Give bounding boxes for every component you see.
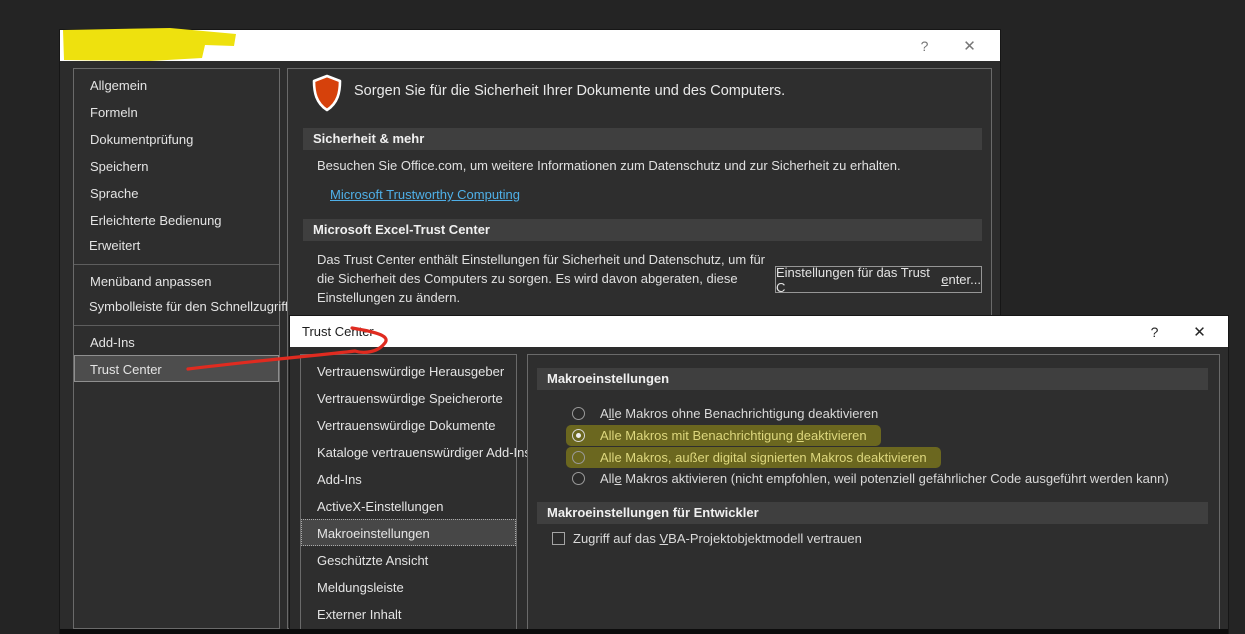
sidebar-item[interactable]: Add-Ins bbox=[74, 328, 279, 355]
section-header-developer-macro-settings: Makroeinstellungen für Entwickler bbox=[537, 502, 1208, 524]
sidebar-item[interactable]: Sprache bbox=[74, 179, 279, 206]
tc-nav-item[interactable]: Add-Ins bbox=[301, 465, 516, 492]
radio-button-icon[interactable] bbox=[572, 472, 585, 485]
macro-radio-option[interactable]: Alle Makros ohne Benachrichtigung deakti… bbox=[566, 403, 892, 424]
sidebar-item-label: Formeln bbox=[90, 105, 138, 120]
sidebar-item[interactable]: Allgemein bbox=[74, 71, 279, 98]
tc-nav-item-label: Kataloge vertrauenswürdiger Add-Ins bbox=[317, 445, 531, 460]
tc-nav-item-label: Meldungsleiste bbox=[317, 580, 404, 595]
sidebar-item-label: Erleichterte Bedienung bbox=[90, 213, 222, 228]
sidebar-item-label: Erweitert bbox=[89, 238, 140, 253]
excel-options-title: Excel-Optionen bbox=[60, 38, 161, 53]
trust-center-nav: Vertrauenswürdige Herausgeber Vertrauens… bbox=[300, 354, 517, 634]
macro-radio-label: Alle Makros aktivieren (nicht empfohlen,… bbox=[600, 471, 1169, 486]
tc-nav-item-label: Makroeinstellungen bbox=[317, 526, 430, 541]
trust-center-titlebar: Trust Center ? ✕ bbox=[290, 316, 1228, 347]
office-privacy-text: Besuchen Sie Office.com, um weitere Info… bbox=[317, 158, 977, 173]
sidebar-item[interactable]: Trust Center bbox=[74, 355, 279, 382]
help-button[interactable]: ? bbox=[902, 30, 947, 61]
sidebar-item-label: Sprache bbox=[90, 186, 138, 201]
tc-nav-item[interactable]: Vertrauenswürdige Herausgeber bbox=[301, 357, 516, 384]
screen: Excel-Optionen ? ✕ Allgemein Formeln Dok… bbox=[0, 0, 1245, 634]
tc-help-button[interactable]: ? bbox=[1132, 316, 1177, 347]
sidebar-item-label: Speichern bbox=[90, 159, 149, 174]
trust-center-title: Trust Center bbox=[290, 324, 374, 339]
section-header-macro-settings: Makroeinstellungen bbox=[537, 368, 1208, 390]
sidebar-item-label: Dokumentprüfung bbox=[90, 132, 193, 147]
tc-nav-item[interactable]: Makroeinstellungen bbox=[301, 519, 516, 546]
sidebar-item[interactable]: Menüband anpassen bbox=[74, 267, 279, 294]
tc-nav-item[interactable]: Vertrauenswürdige Dokumente bbox=[301, 411, 516, 438]
tc-nav-item-label: Geschützte Ansicht bbox=[317, 553, 428, 568]
trust-center-description: Das Trust Center enthält Einstellungen f… bbox=[317, 250, 779, 307]
tc-nav-item-label: ActiveX-Einstellungen bbox=[317, 499, 443, 514]
trust-center-dialog: Trust Center ? ✕ Vertrauenswürdige Herau… bbox=[290, 316, 1228, 634]
tc-nav-item[interactable]: Kataloge vertrauenswürdiger Add-Ins bbox=[301, 438, 516, 465]
excel-options-sidebar: Allgemein Formeln Dokumentprüfung Speich… bbox=[73, 68, 280, 629]
tc-nav-item[interactable]: Geschützte Ansicht bbox=[301, 546, 516, 573]
tc-nav-item-label: Add-Ins bbox=[317, 472, 362, 487]
tc-nav-item-label: Vertrauenswürdige Speicherorte bbox=[317, 391, 503, 406]
trust-center-settings-button[interactable]: Einstellungen für das Trust Center... bbox=[775, 266, 982, 293]
vba-access-checkbox-label: Zugriff auf das VBA-Projektobjektmodell … bbox=[573, 531, 862, 546]
sidebar-item[interactable]: Formeln bbox=[74, 98, 279, 125]
macro-radio-option[interactable]: Alle Makros aktivieren (nicht empfohlen,… bbox=[566, 468, 1183, 489]
sidebar-item-label: Trust Center bbox=[90, 362, 162, 377]
tc-nav-item-label: Vertrauenswürdige Herausgeber bbox=[317, 364, 504, 379]
vba-access-checkbox-row[interactable]: Zugriff auf das VBA-Projektobjektmodell … bbox=[552, 531, 862, 546]
checkbox-icon[interactable] bbox=[552, 532, 565, 545]
close-button[interactable]: ✕ bbox=[947, 30, 992, 61]
sidebar-item[interactable]: Speichern bbox=[74, 152, 279, 179]
sidebar-item[interactable]: Dokumentprüfung bbox=[74, 125, 279, 152]
macro-radio-option[interactable]: Alle Makros mit Benachrichtigung deaktiv… bbox=[566, 425, 881, 446]
excel-options-titlebar: Excel-Optionen ? ✕ bbox=[60, 30, 1000, 61]
radio-button-icon[interactable] bbox=[572, 407, 585, 420]
macro-radio-label: Alle Makros ohne Benachrichtigung deakti… bbox=[600, 406, 878, 421]
section-header-excel-trust-center: Microsoft Excel-Trust Center bbox=[303, 219, 982, 241]
tc-nav-item[interactable]: ActiveX-Einstellungen bbox=[301, 492, 516, 519]
sidebar-item-label: Menüband anpassen bbox=[90, 274, 211, 289]
tc-nav-item-label: Externer Inhalt bbox=[317, 607, 402, 622]
security-heading: Sorgen Sie für die Sicherheit Ihrer Doku… bbox=[354, 83, 785, 99]
macro-settings-panel: Makroeinstellungen Alle Makros ohne Bena… bbox=[527, 354, 1220, 634]
macro-radio-label: Alle Makros, außer digital signierten Ma… bbox=[600, 450, 927, 465]
radio-button-icon[interactable] bbox=[572, 451, 585, 464]
sidebar-item-label: Add-Ins bbox=[90, 335, 135, 350]
tc-close-button[interactable]: ✕ bbox=[1177, 316, 1222, 347]
tc-nav-item[interactable]: Externer Inhalt bbox=[301, 600, 516, 627]
tc-nav-item-label: Vertrauenswürdige Dokumente bbox=[317, 418, 496, 433]
sidebar-item-label: Symbolleiste für den Schnellzugriff bbox=[89, 299, 288, 314]
sidebar-item[interactable]: Symbolleiste für den Schnellzugriff bbox=[74, 294, 279, 326]
macro-radio-option[interactable]: Alle Makros, außer digital signierten Ma… bbox=[566, 447, 941, 468]
screen-bottom-edge bbox=[60, 629, 1228, 634]
macro-radio-label: Alle Makros mit Benachrichtigung deaktiv… bbox=[600, 428, 867, 443]
trustworthy-computing-link[interactable]: Microsoft Trustworthy Computing bbox=[330, 187, 520, 202]
sidebar-item[interactable]: Erweitert bbox=[74, 233, 279, 265]
radio-button-icon[interactable] bbox=[572, 429, 585, 442]
tc-nav-item[interactable]: Meldungsleiste bbox=[301, 573, 516, 600]
sidebar-item[interactable]: Erleichterte Bedienung bbox=[74, 206, 279, 233]
sidebar-item-label: Allgemein bbox=[90, 78, 147, 93]
security-shield-icon bbox=[311, 74, 343, 112]
tc-nav-item[interactable]: Vertrauenswürdige Speicherorte bbox=[301, 384, 516, 411]
section-header-security: Sicherheit & mehr bbox=[303, 128, 982, 150]
